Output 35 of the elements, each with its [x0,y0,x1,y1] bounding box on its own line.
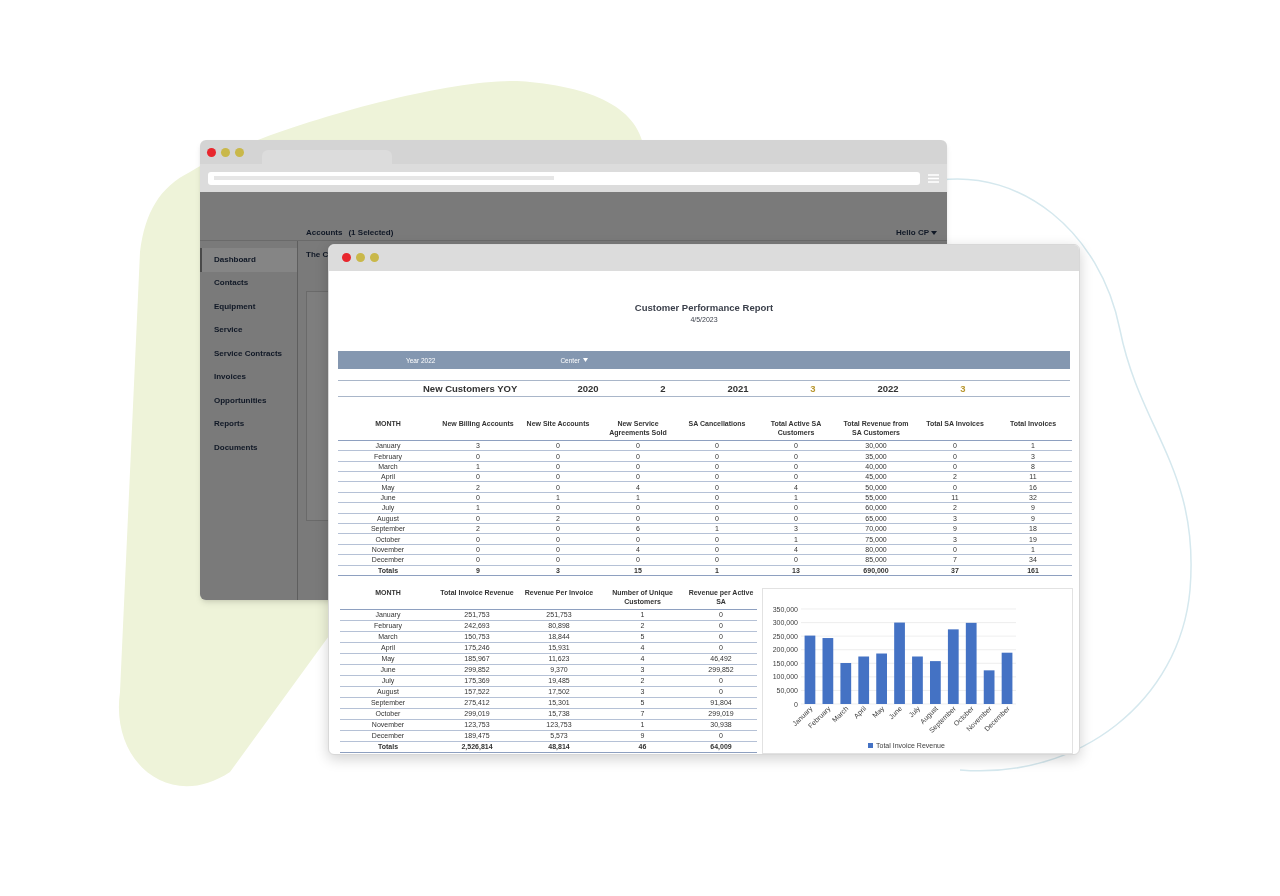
address-bar[interactable] [208,171,920,185]
bar [822,638,834,704]
accounts-label: Accounts [306,226,343,239]
sidebar-item[interactable]: Contacts [200,271,297,295]
chevron-down-icon [582,358,588,363]
bar [983,670,995,704]
year-label: 2022 [876,381,900,396]
year-label: 2021 [726,381,750,396]
sidebar-item[interactable]: Documents [200,436,297,460]
bar [804,635,816,704]
yoy-label: New Customers YOY [423,381,519,396]
bar [840,663,852,704]
sidebar-item[interactable]: Invoices [200,365,297,389]
chevron-down-icon [931,230,937,235]
sidebar-item[interactable]: Dashboard [200,248,297,272]
sidebar-item[interactable]: Service [200,318,297,342]
sidebar-item[interactable]: Reports [200,412,297,436]
menu-icon[interactable] [928,173,939,183]
sidebar-item[interactable]: Equipment [200,295,297,319]
yoy-value: 2 [659,381,667,396]
report-title: Customer Performance Report [633,300,775,315]
yoy-value: 3 [809,381,817,396]
sidebar-item[interactable]: Opportunities [200,389,297,413]
bar [858,656,870,704]
bar [1001,652,1013,704]
bar [912,656,923,704]
page-heading: The C [306,249,329,261]
bar [930,661,941,704]
user-menu[interactable]: Hello CP [896,226,937,239]
legend-swatch [868,743,873,748]
bar [876,653,887,704]
year-label: 2020 [576,381,600,396]
selection-label[interactable]: (1 Selected) [348,226,394,239]
sidebar-item[interactable]: Service Contracts [200,342,297,366]
yoy-value: 3 [959,381,967,396]
